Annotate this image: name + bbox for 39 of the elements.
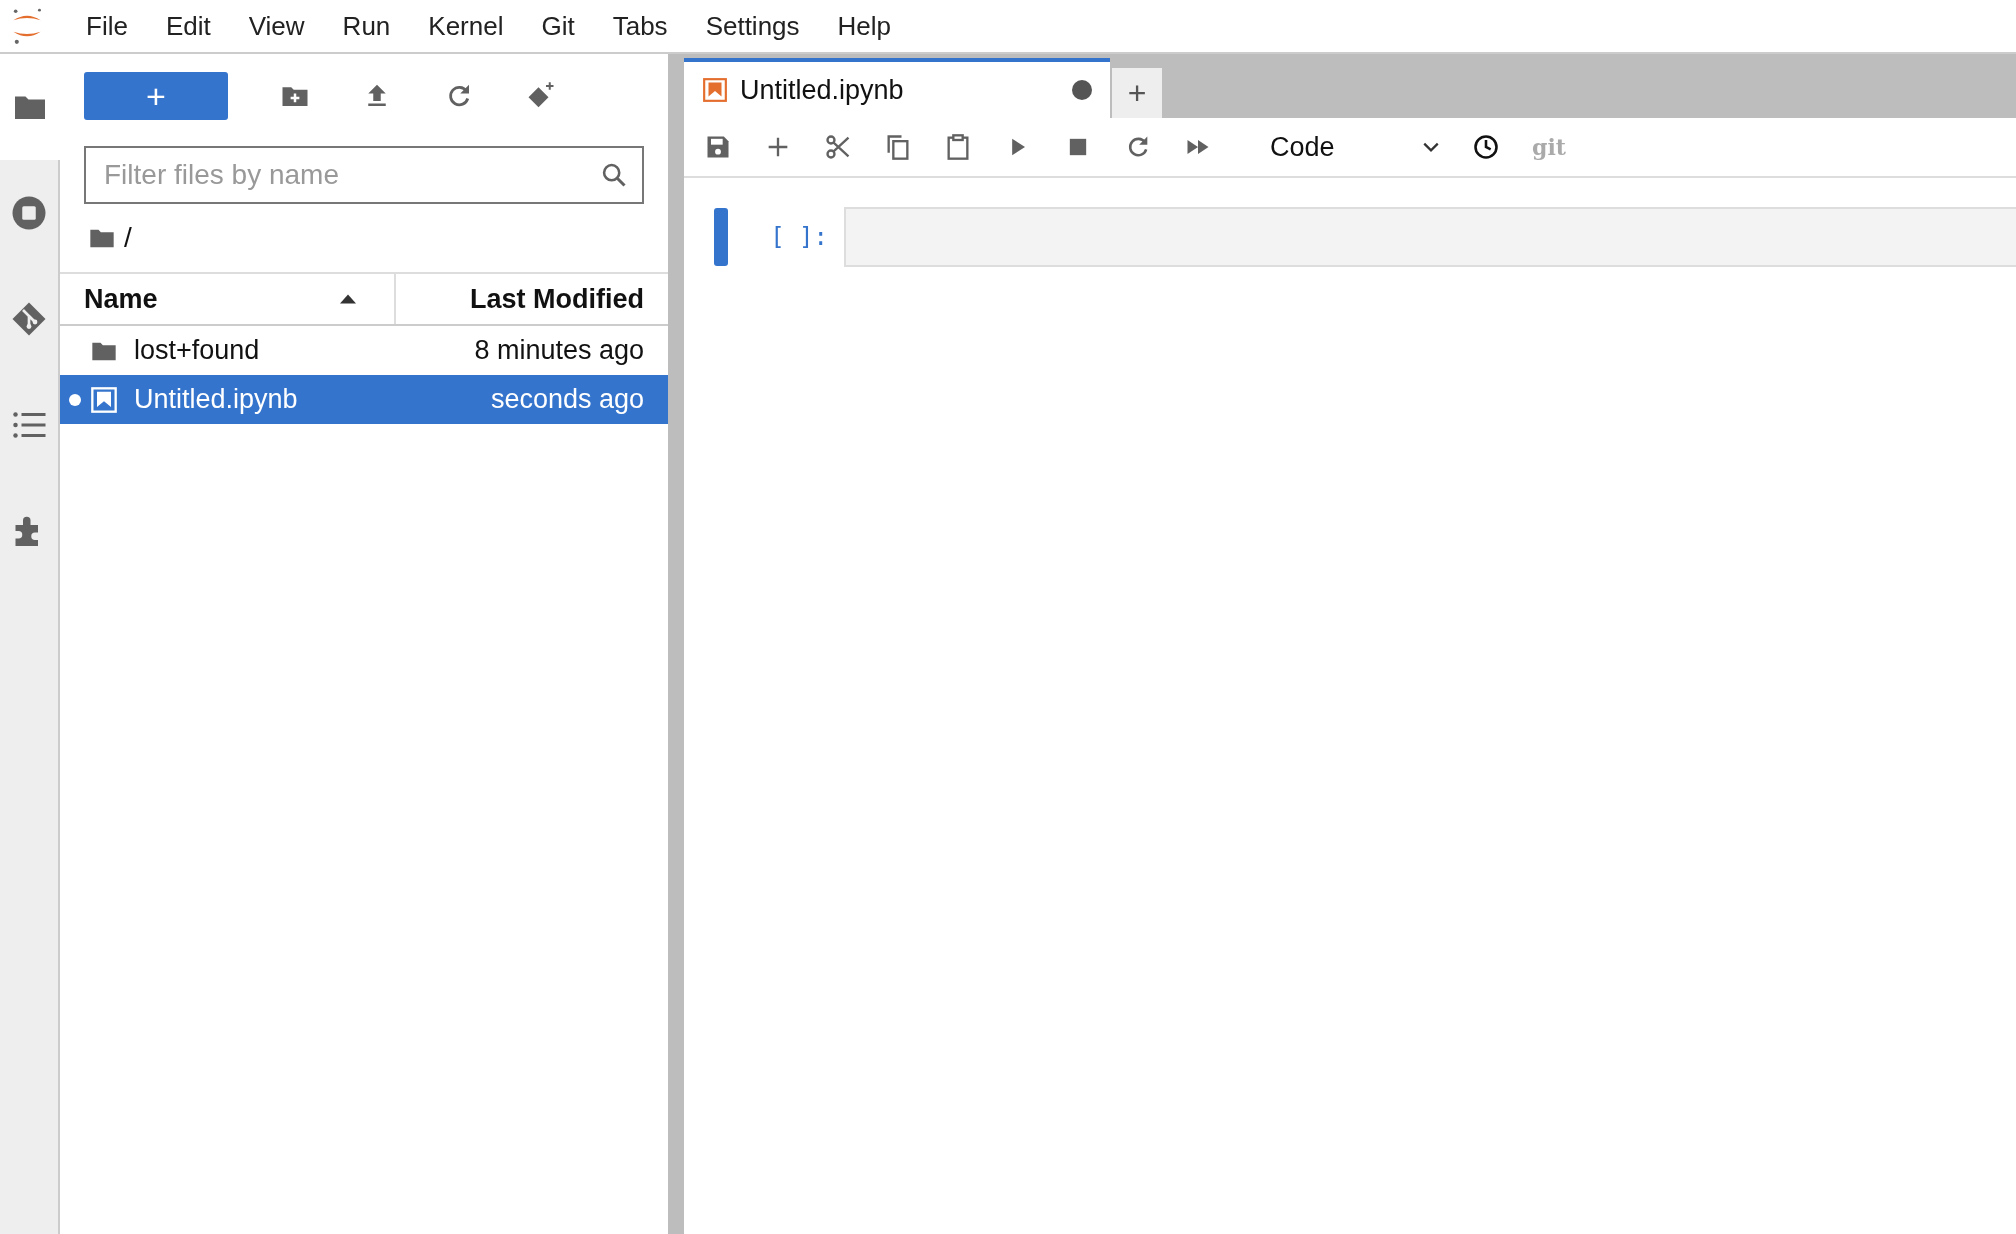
column-label: Name (84, 283, 158, 315)
file-row[interactable]: Untitled.ipynb seconds ago (60, 375, 668, 424)
caret-icon (1422, 141, 1440, 153)
column-label: Last Modified (470, 283, 644, 315)
cut-icon[interactable] (824, 133, 852, 161)
menu-item[interactable]: Git (523, 10, 593, 42)
add-tab-button[interactable]: + (1112, 68, 1162, 118)
tab-title: Untitled.ipynb (740, 74, 905, 106)
cell-prompt: [ ]: (769, 223, 828, 251)
file-name: Untitled.ipynb (134, 384, 299, 415)
modified-time: 8 minutes ago (474, 335, 644, 366)
menu-item[interactable]: Edit (147, 10, 229, 42)
new-launcher-button[interactable]: + (84, 72, 228, 120)
column-header[interactable]: Last Modified (396, 274, 668, 324)
filter-search-field[interactable]: Filter files by name (84, 146, 644, 204)
file-row[interactable]: lost+found 8 minutes ago (60, 326, 668, 375)
menu-item[interactable]: Settings (687, 10, 818, 42)
column-header[interactable]: Name (60, 274, 396, 324)
clock-icon[interactable] (1472, 133, 1500, 161)
breadcrumb-path[interactable]: / (124, 222, 132, 254)
git-icon (11, 301, 47, 337)
menu-item[interactable]: Tabs (594, 10, 686, 42)
code-cell-input[interactable] (844, 207, 2016, 267)
notebook-icon (90, 385, 118, 414)
modified-time: seconds ago (490, 384, 644, 415)
notebook-icon (702, 77, 728, 103)
sidebar-files-tab[interactable] (0, 54, 60, 160)
stop-circle-icon (11, 195, 47, 231)
cell-type-dropdown[interactable]: Code (1270, 131, 1440, 163)
file-name: lost+found (134, 335, 261, 366)
search-icon (600, 161, 628, 189)
unsaved-dot[interactable] (1072, 80, 1092, 100)
menu-item[interactable]: File (68, 10, 146, 42)
menu-item[interactable]: Run (324, 10, 409, 42)
menu-item[interactable]: View (230, 10, 323, 42)
menu-item[interactable]: Kernel (410, 10, 522, 42)
active-cell-bar[interactable] (714, 208, 728, 266)
menu-item[interactable]: Help (819, 10, 910, 42)
notebook-tab[interactable]: Untitled.ipynb (684, 58, 1110, 118)
